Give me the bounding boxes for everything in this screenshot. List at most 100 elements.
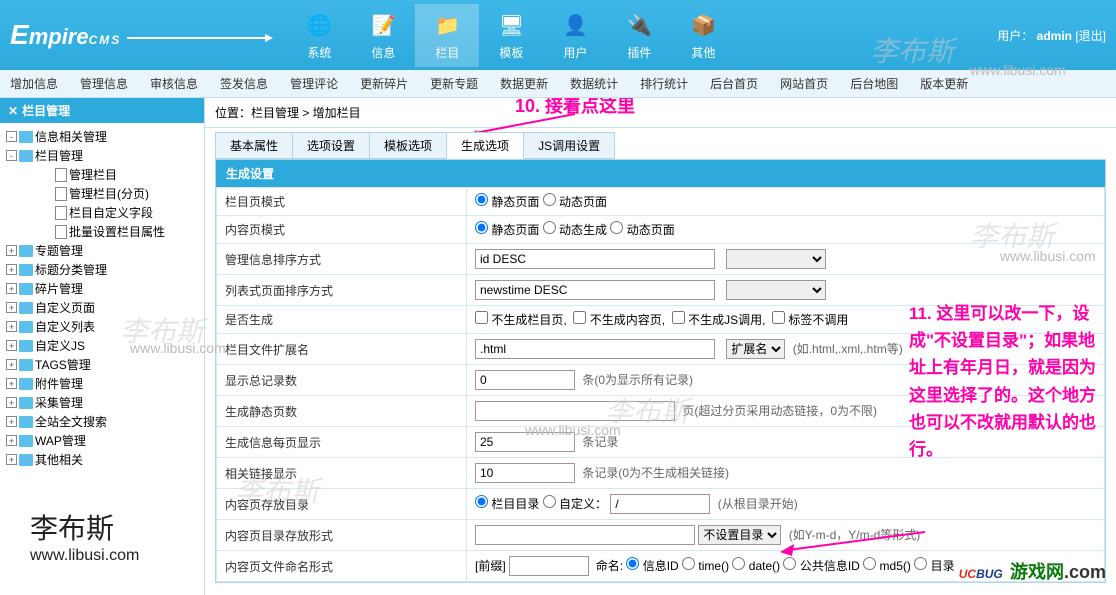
tree-node[interactable]: - 信息相关管理 (2, 127, 202, 146)
admin-sort-input[interactable] (475, 249, 715, 269)
dir-format-select[interactable]: 不设置目录 (698, 525, 781, 545)
dir-column-radio[interactable] (475, 495, 488, 508)
tree-node[interactable]: 管理栏目 (2, 165, 202, 184)
related-links-input[interactable] (475, 463, 575, 483)
tree-node[interactable]: + WAP管理 (2, 431, 202, 450)
menu-item[interactable]: 后台首页 (710, 75, 758, 92)
list-sort-select[interactable] (726, 280, 826, 300)
tree-node[interactable]: 管理栏目(分页) (2, 184, 202, 203)
content-dynamic-radio[interactable] (610, 221, 623, 234)
content-dyngen-radio[interactable] (543, 221, 556, 234)
prefix-input[interactable] (509, 556, 589, 576)
no-js-checkbox[interactable] (672, 311, 685, 324)
tree-node[interactable]: - 栏目管理 (2, 146, 202, 165)
static-pages-input[interactable] (475, 401, 675, 421)
signature: 李布斯 www.libusi.com (30, 507, 139, 565)
nav-插件[interactable]: 🔌插件 (607, 4, 671, 67)
close-icon[interactable]: ✕ (8, 104, 18, 118)
row-label: 生成静态页数 (217, 396, 467, 427)
tabs: 基本属性选项设置模板选项生成选项JS调用设置 (215, 132, 1116, 159)
tree-node[interactable]: + 全站全文搜索 (2, 412, 202, 431)
name-time-radio[interactable] (682, 557, 695, 570)
row-label: 内容页模式 (217, 216, 467, 244)
main-nav: 🌐系统📝信息📁栏目🖥模板👤用户🔌插件📦其他 (287, 4, 735, 67)
nav-用户[interactable]: 👤用户 (543, 4, 607, 67)
logout-link[interactable]: [退出] (1075, 29, 1106, 43)
nav-其他[interactable]: 📦其他 (671, 4, 735, 67)
row-label: 列表式页面排序方式 (217, 275, 467, 306)
breadcrumb: 位置：栏目管理 > 增加栏目 (205, 98, 1116, 128)
menu-item[interactable]: 审核信息 (150, 75, 198, 92)
content-static-radio[interactable] (475, 221, 488, 234)
row-label: 栏目页模式 (217, 188, 467, 216)
name-pubid-radio[interactable] (783, 557, 796, 570)
menu-item[interactable]: 版本更新 (920, 75, 968, 92)
tree-node[interactable]: + 采集管理 (2, 393, 202, 412)
user-area: 用户： admin [退出] (997, 27, 1106, 44)
tree-node[interactable]: + 专题管理 (2, 241, 202, 260)
tree-node[interactable]: + TAGS管理 (2, 355, 202, 374)
panel-title: 生成设置 (216, 160, 1105, 187)
top-bar: EEmpireCMSmpireCMS 🌐系统📝信息📁栏目🖥模板👤用户🔌插件📦其他… (0, 0, 1116, 70)
tree-node[interactable]: + 自定义页面 (2, 298, 202, 317)
tree-node[interactable]: + 自定义列表 (2, 317, 202, 336)
dir-format-input[interactable] (475, 525, 695, 545)
tab[interactable]: JS调用设置 (523, 132, 615, 159)
tab[interactable]: 选项设置 (292, 132, 370, 159)
no-column-checkbox[interactable] (475, 311, 488, 324)
tree: - 信息相关管理- 栏目管理 管理栏目 管理栏目(分页) 栏目自定义字段 批量设… (0, 123, 204, 473)
menu-item[interactable]: 管理评论 (290, 75, 338, 92)
name-date-radio[interactable] (732, 557, 745, 570)
user-label: 用户： (997, 29, 1033, 43)
tab[interactable]: 基本属性 (215, 132, 293, 159)
row-label: 管理信息排序方式 (217, 244, 467, 275)
ext-select[interactable]: 扩展名 (726, 339, 785, 359)
menu-item[interactable]: 数据统计 (570, 75, 618, 92)
menu-item[interactable]: 签发信息 (220, 75, 268, 92)
name-infoid-radio[interactable] (626, 557, 639, 570)
list-sort-input[interactable] (475, 280, 715, 300)
menu-item[interactable]: 后台地图 (850, 75, 898, 92)
name-md5-radio[interactable] (863, 557, 876, 570)
row-label: 内容页文件命名形式 (217, 551, 467, 582)
dir-custom-input[interactable] (610, 494, 710, 514)
menu-item[interactable]: 管理信息 (80, 75, 128, 92)
menu-item[interactable]: 网站首页 (780, 75, 828, 92)
menu-item[interactable]: 数据更新 (500, 75, 548, 92)
tab[interactable]: 生成选项 (446, 132, 524, 159)
menu-item[interactable]: 更新碎片 (360, 75, 408, 92)
nav-信息[interactable]: 📝信息 (351, 4, 415, 67)
row-label: 显示总记录数 (217, 365, 467, 396)
row-label: 内容页存放目录 (217, 489, 467, 520)
ext-input[interactable] (475, 339, 715, 359)
username: admin (1037, 29, 1072, 43)
tree-node[interactable]: 批量设置栏目属性 (2, 222, 202, 241)
nav-栏目[interactable]: 📁栏目 (415, 4, 479, 67)
dir-custom-radio[interactable] (543, 495, 556, 508)
tree-node[interactable]: + 自定义JS (2, 336, 202, 355)
menu-item[interactable]: 排行统计 (640, 75, 688, 92)
ucbug-logo: UCBUG 游戏网.com (959, 554, 1106, 585)
nav-模板[interactable]: 🖥模板 (479, 4, 543, 67)
nav-系统[interactable]: 🌐系统 (287, 4, 351, 67)
form-table: 栏目页模式 静态页面 动态页面 内容页模式 静态页面 动态生成 动态页面 管理信… (216, 187, 1105, 582)
form-panel: 生成设置 栏目页模式 静态页面 动态页面 内容页模式 静态页面 动态生成 动态页… (215, 159, 1106, 583)
tree-node[interactable]: 栏目自定义字段 (2, 203, 202, 222)
tab[interactable]: 模板选项 (369, 132, 447, 159)
name-dir-radio[interactable] (914, 557, 927, 570)
static-page-radio[interactable] (475, 193, 488, 206)
row-value: 静态页面 动态生成 动态页面 (467, 216, 1105, 244)
tree-node[interactable]: + 其他相关 (2, 450, 202, 469)
tree-node[interactable]: + 附件管理 (2, 374, 202, 393)
no-tag-checkbox[interactable] (772, 311, 785, 324)
total-records-input[interactable] (475, 370, 575, 390)
dynamic-page-radio[interactable] (543, 193, 556, 206)
row-label: 栏目文件扩展名 (217, 334, 467, 365)
tree-node[interactable]: + 标题分类管理 (2, 260, 202, 279)
per-page-input[interactable] (475, 432, 575, 452)
no-content-checkbox[interactable] (573, 311, 586, 324)
admin-sort-select[interactable] (726, 249, 826, 269)
menu-item[interactable]: 更新专题 (430, 75, 478, 92)
tree-node[interactable]: + 碎片管理 (2, 279, 202, 298)
menu-item[interactable]: 增加信息 (10, 75, 58, 92)
